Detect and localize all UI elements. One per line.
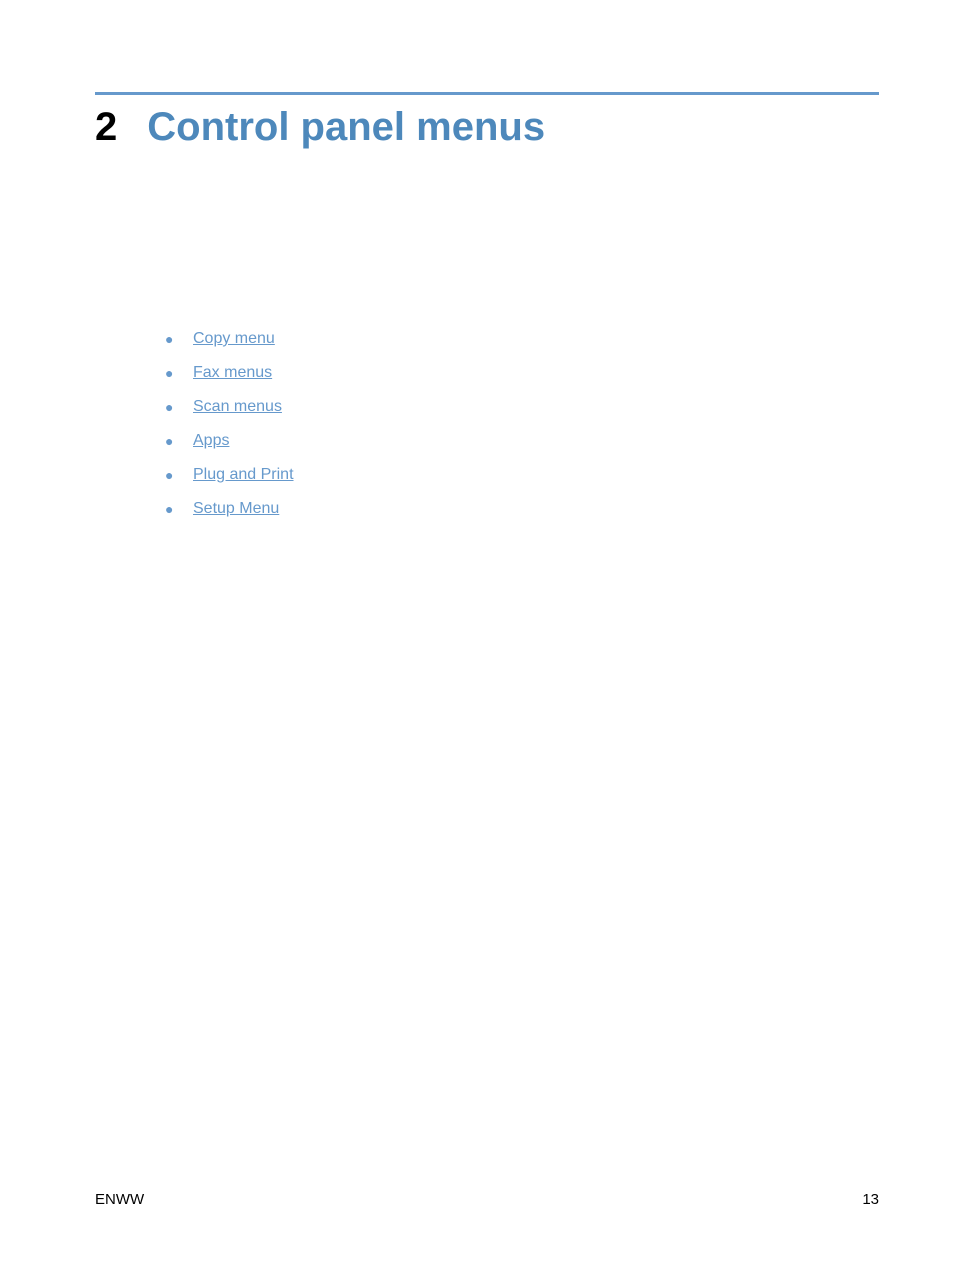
toc-item: ● Fax menus [165,364,879,382]
toc-item: ● Plug and Print [165,466,879,484]
chapter-number: 2 [95,105,117,150]
footer-left: ENWW [95,1191,144,1208]
bullet-icon: ● [165,433,193,449]
toc-link-copy-menu[interactable]: Copy menu [193,330,275,348]
bullet-icon: ● [165,501,193,517]
toc-item: ● Copy menu [165,330,879,348]
toc-item: ● Apps [165,432,879,450]
table-of-contents: ● Copy menu ● Fax menus ● Scan menus ● A… [165,330,879,518]
toc-item: ● Setup Menu [165,500,879,518]
toc-link-plug-and-print[interactable]: Plug and Print [193,466,294,484]
bullet-icon: ● [165,331,193,347]
page-footer: ENWW 13 [95,1191,879,1208]
toc-link-apps[interactable]: Apps [193,432,229,450]
toc-item: ● Scan menus [165,398,879,416]
chapter-heading: 2 Control panel menus [95,105,879,150]
bullet-icon: ● [165,467,193,483]
bullet-icon: ● [165,365,193,381]
toc-link-fax-menus[interactable]: Fax menus [193,364,272,382]
bullet-icon: ● [165,399,193,415]
toc-link-setup-menu[interactable]: Setup Menu [193,500,279,518]
chapter-title: Control panel menus [147,105,545,150]
footer-page-number: 13 [862,1191,879,1208]
toc-link-scan-menus[interactable]: Scan menus [193,398,282,416]
horizontal-rule [95,92,879,95]
